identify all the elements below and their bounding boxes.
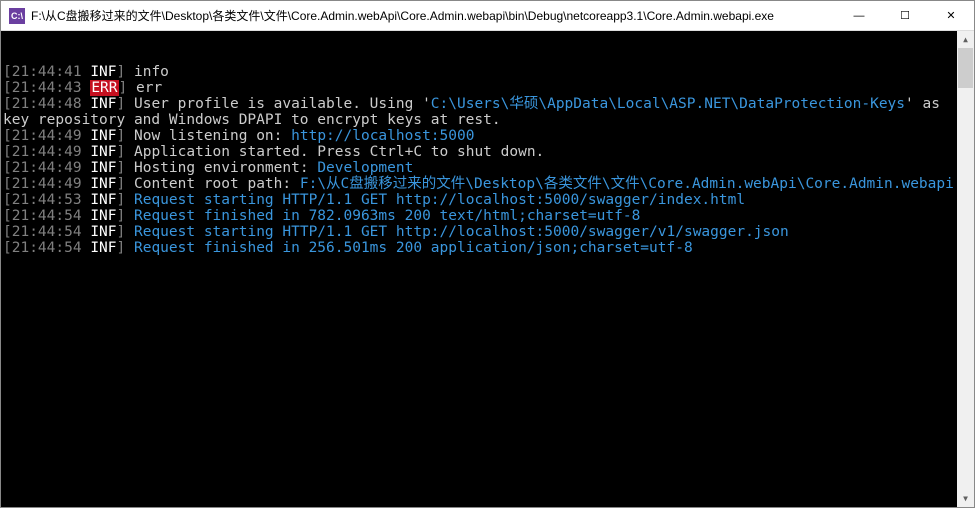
- scrollbar-thumb[interactable]: [958, 48, 973, 88]
- log-line: [21:44:53 INF] Request starting HTTP/1.1…: [3, 192, 955, 208]
- timestamp: 21:44:49: [12, 144, 82, 160]
- log-message-segment: F:\从C盘搬移过来的文件\Desktop\各类文件\文件\Core.Admin…: [300, 176, 954, 192]
- bracket-close: ]: [117, 160, 134, 176]
- minimize-button[interactable]: —: [836, 1, 882, 31]
- bracket-open: [: [3, 176, 12, 192]
- separator: [82, 176, 91, 192]
- bracket-open: [: [3, 64, 12, 80]
- log-line: [21:44:54 INF] Request finished in 782.0…: [3, 208, 955, 224]
- level-err-badge: ERR: [90, 80, 118, 96]
- level-inf-badge: INF: [90, 64, 116, 80]
- bracket-close: ]: [117, 64, 134, 80]
- log-message-segment: C:\Users\华硕\AppData\Local\ASP.NET\DataPr…: [431, 96, 905, 112]
- bracket-close: ]: [117, 208, 134, 224]
- titlebar[interactable]: C:\ F:\从C盘搬移过来的文件\Desktop\各类文件\文件\Core.A…: [1, 1, 974, 31]
- bracket-close: ]: [117, 224, 134, 240]
- bracket-open: [: [3, 224, 12, 240]
- separator: [82, 224, 91, 240]
- timestamp: 21:44:41: [12, 64, 82, 80]
- bracket-open: [: [3, 96, 12, 112]
- bracket-open: [: [3, 208, 12, 224]
- log-line: [21:44:49 INF] Hosting environment: Deve…: [3, 160, 955, 176]
- log-message-segment: Request starting HTTP/1.1 GET http://loc…: [134, 224, 789, 240]
- bracket-open: [: [3, 144, 12, 160]
- timestamp: 21:44:54: [12, 224, 82, 240]
- separator: [82, 64, 91, 80]
- timestamp: 21:44:43: [12, 80, 82, 96]
- timestamp: 21:44:54: [12, 208, 82, 224]
- timestamp: 21:44:48: [12, 96, 82, 112]
- bracket-close: ]: [117, 96, 134, 112]
- app-icon: C:\: [9, 8, 25, 24]
- console-content: [21:44:41 INF] info[21:44:43 ERR] err[21…: [3, 64, 972, 256]
- close-button[interactable]: ✕: [928, 1, 974, 31]
- log-message-segment: Request starting HTTP/1.1 GET http://loc…: [134, 192, 745, 208]
- log-message-segment: Hosting environment:: [134, 160, 317, 176]
- log-line: [21:44:49 INF] Content root path: F:\从C盘…: [3, 176, 955, 192]
- log-message-segment: Now listening on:: [134, 128, 291, 144]
- timestamp: 21:44:53: [12, 192, 82, 208]
- window-controls: — ☐ ✕: [836, 1, 974, 31]
- bracket-open: [: [3, 240, 12, 256]
- level-inf-badge: INF: [90, 128, 116, 144]
- timestamp: 21:44:49: [12, 176, 82, 192]
- separator: [82, 80, 91, 96]
- console-output[interactable]: [21:44:41 INF] info[21:44:43 ERR] err[21…: [1, 31, 974, 507]
- timestamp: 21:44:49: [12, 128, 82, 144]
- separator: [82, 128, 91, 144]
- level-inf-badge: INF: [90, 240, 116, 256]
- bracket-close: ]: [119, 80, 136, 96]
- level-inf-badge: INF: [90, 160, 116, 176]
- separator: [82, 160, 91, 176]
- log-line: [21:44:54 INF] Request finished in 256.5…: [3, 240, 955, 256]
- level-inf-badge: INF: [90, 208, 116, 224]
- vertical-scrollbar[interactable]: ▲ ▼: [957, 31, 974, 507]
- separator: [82, 144, 91, 160]
- log-line: [21:44:48 INF] User profile is available…: [3, 96, 955, 128]
- bracket-close: ]: [117, 240, 134, 256]
- log-message-segment: Application started. Press Ctrl+C to shu…: [134, 144, 544, 160]
- log-line: [21:44:54 INF] Request starting HTTP/1.1…: [3, 224, 955, 240]
- log-message-segment: Request finished in 256.501ms 200 applic…: [134, 240, 693, 256]
- bracket-close: ]: [117, 176, 134, 192]
- log-message-segment: info: [134, 64, 169, 80]
- log-line: [21:44:43 ERR] err: [3, 80, 955, 96]
- log-line: [21:44:41 INF] info: [3, 64, 955, 80]
- bracket-open: [: [3, 80, 12, 96]
- log-message-segment: Development: [317, 160, 413, 176]
- scroll-up-arrow[interactable]: ▲: [957, 31, 974, 48]
- level-inf-badge: INF: [90, 224, 116, 240]
- maximize-button[interactable]: ☐: [882, 1, 928, 31]
- console-window: C:\ F:\从C盘搬移过来的文件\Desktop\各类文件\文件\Core.A…: [0, 0, 975, 508]
- log-message-segment: Content root path:: [134, 176, 300, 192]
- bracket-open: [: [3, 160, 12, 176]
- log-message-segment: User profile is available. Using ': [134, 96, 431, 112]
- log-message-segment: http://localhost:5000: [291, 128, 474, 144]
- bracket-close: ]: [117, 128, 134, 144]
- log-message-segment: err: [136, 80, 162, 96]
- level-inf-badge: INF: [90, 192, 116, 208]
- timestamp: 21:44:54: [12, 240, 82, 256]
- log-line: [21:44:49 INF] Application started. Pres…: [3, 144, 955, 160]
- separator: [82, 208, 91, 224]
- timestamp: 21:44:49: [12, 160, 82, 176]
- bracket-open: [: [3, 192, 12, 208]
- level-inf-badge: INF: [90, 176, 116, 192]
- level-inf-badge: INF: [90, 96, 116, 112]
- log-message-segment: Request finished in 782.0963ms 200 text/…: [134, 208, 640, 224]
- bracket-open: [: [3, 128, 12, 144]
- scroll-down-arrow[interactable]: ▼: [957, 490, 974, 507]
- separator: [82, 96, 91, 112]
- separator: [82, 192, 91, 208]
- bracket-close: ]: [117, 192, 134, 208]
- level-inf-badge: INF: [90, 144, 116, 160]
- window-title: F:\从C盘搬移过来的文件\Desktop\各类文件\文件\Core.Admin…: [31, 7, 836, 24]
- separator: [82, 240, 91, 256]
- bracket-close: ]: [117, 144, 134, 160]
- log-line: [21:44:49 INF] Now listening on: http://…: [3, 128, 955, 144]
